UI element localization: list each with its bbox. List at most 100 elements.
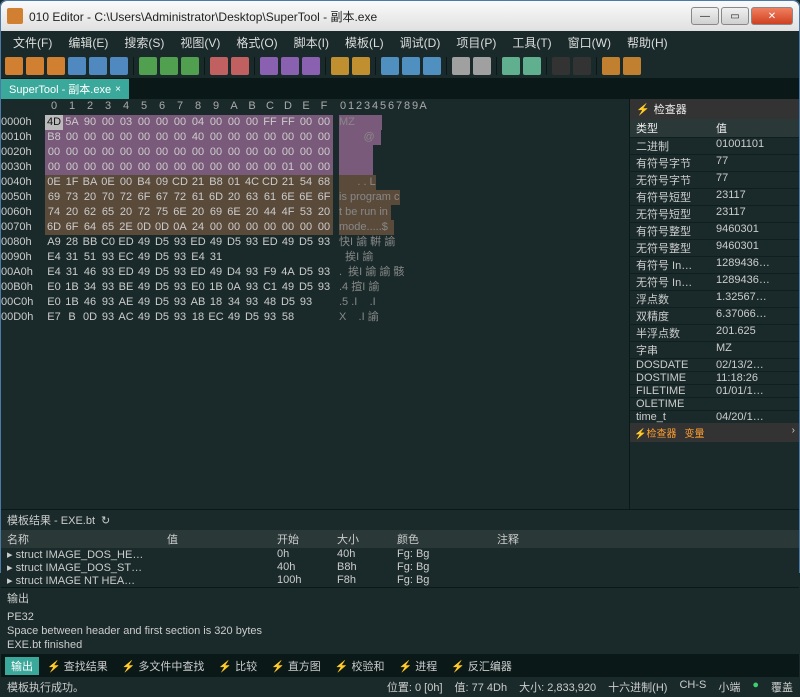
inspector-row[interactable]: 无符号字节77 (630, 171, 799, 188)
maximize-button[interactable]: ▭ (721, 7, 749, 25)
inspector-row[interactable]: 有符号整型9460301 (630, 222, 799, 239)
inspector-row[interactable]: 无符号整型9460301 (630, 239, 799, 256)
bottom-tab[interactable]: ⚡进程 (393, 657, 444, 675)
inspector-row[interactable]: 无符号短型23117 (630, 205, 799, 222)
inspector-row[interactable]: 半浮点数201.625 (630, 324, 799, 341)
menu-item[interactable]: 模板(L) (337, 32, 392, 53)
tab-label: SuperTool - 副本.exe (9, 81, 111, 97)
toolbar-button[interactable] (302, 57, 320, 75)
toolbar-button[interactable] (89, 57, 107, 75)
bottom-tab[interactable]: 输出 (5, 657, 39, 675)
hex-row[interactable]: 0000h4D5A90000300000004000000FFFF0000MZ (1, 115, 629, 130)
inspector-row[interactable]: 有符号 In…1289436… (630, 256, 799, 273)
toolbar-button[interactable] (352, 57, 370, 75)
hex-row[interactable]: 0080hA928BBC0ED49D593ED49D593ED49D593快I … (1, 235, 629, 250)
inspector-row[interactable]: OLETIME (630, 397, 799, 410)
menu-item[interactable]: 帮助(H) (619, 32, 676, 53)
toolbar-button[interactable] (231, 57, 249, 75)
toolbar-button[interactable] (160, 57, 178, 75)
toolbar-button[interactable] (331, 57, 349, 75)
toolbar-button[interactable] (602, 57, 620, 75)
toolbar-button[interactable] (423, 57, 441, 75)
inspector-tab-inspector[interactable]: ⚡检查器 (634, 425, 676, 440)
tab-active[interactable]: SuperTool - 副本.exe × (1, 79, 129, 99)
toolbar-button[interactable] (402, 57, 420, 75)
hex-row[interactable]: 00A0hE4314693ED49D593ED49D493F94AD593. 挨… (1, 265, 629, 280)
template-row[interactable]: ▸ struct IMAGE_DOS_ST…40hB8hFg: Bg (1, 561, 799, 574)
chevron-right-icon[interactable]: › (792, 425, 795, 440)
hex-row[interactable]: 00B0hE01B3493BE49D593E01B0A93C149D593.4 … (1, 280, 629, 295)
template-row[interactable]: ▸ struct IMAGE NT HEA…100hF8hFg: Bg (1, 574, 799, 587)
bottom-tab[interactable]: ⚡反汇编器 (445, 657, 518, 675)
menu-item[interactable]: 脚本(I) (286, 32, 337, 53)
inspector-row[interactable]: 字串MZ (630, 341, 799, 358)
hex-editor[interactable]: 0123456789ABCDEF 0123456789A 0000h4D5A90… (1, 99, 629, 509)
toolbar-button[interactable] (623, 57, 641, 75)
status-ovr[interactable]: 覆盖 (771, 679, 793, 695)
inspector-row[interactable]: 有符号短型23117 (630, 188, 799, 205)
inspector-row[interactable]: DOSTIME11:18:26 (630, 371, 799, 384)
template-row[interactable]: ▸ struct IMAGE_DOS_HE…0h40hFg: Bg (1, 548, 799, 561)
minimize-button[interactable]: — (691, 7, 719, 25)
bottom-tab[interactable]: ⚡直方图 (265, 657, 327, 675)
hex-row[interactable]: 0050h69732070726F6772616D2063616E6E6Fis … (1, 190, 629, 205)
bottom-tab[interactable]: ⚡查找结果 (41, 657, 114, 675)
toolbar-button[interactable] (381, 57, 399, 75)
status-hex[interactable]: 十六进制(H) (608, 679, 667, 695)
status-endian[interactable]: 小端 (718, 679, 740, 695)
menu-item[interactable]: 搜索(S) (116, 32, 172, 53)
toolbar-button[interactable] (473, 57, 491, 75)
toolbar-button[interactable] (181, 57, 199, 75)
toolbar-button[interactable] (68, 57, 86, 75)
inspector-row[interactable]: 有符号字节77 (630, 154, 799, 171)
hex-row[interactable]: 0030h00000000000000000000000000010000 (1, 160, 629, 175)
bolt-icon: ⚡ (636, 103, 650, 116)
inspector-row[interactable]: DOSDATE02/13/2… (630, 358, 799, 371)
menu-item[interactable]: 文件(F) (5, 32, 60, 53)
toolbar-button[interactable] (26, 57, 44, 75)
hex-row[interactable]: 0010hB8000000000000004000000000000000 @ (1, 130, 629, 145)
menu-item[interactable]: 格式(O) (228, 32, 285, 53)
toolbar-button[interactable] (110, 57, 128, 75)
toolbar-button[interactable] (552, 57, 570, 75)
hex-row[interactable]: 0040h0E1FBA0E00B409CD21B8014CCD215468 . … (1, 175, 629, 190)
inspector-row[interactable]: time_t04/20/1… (630, 410, 799, 423)
close-button[interactable]: ✕ (751, 7, 793, 25)
menu-item[interactable]: 调试(D) (392, 32, 449, 53)
toolbar-button[interactable] (210, 57, 228, 75)
hex-row[interactable]: 0020h00000000000000000000000000000000 (1, 145, 629, 160)
toolbar-button[interactable] (47, 57, 65, 75)
menu-item[interactable]: 项目(P) (448, 32, 504, 53)
menu-item[interactable]: 工具(T) (504, 32, 559, 53)
bottom-tab[interactable]: ⚡比较 (212, 657, 263, 675)
inspector-row[interactable]: 二进制01001101 (630, 137, 799, 154)
inspector-row[interactable]: FILETIME01/01/1… (630, 384, 799, 397)
inspector-tab-variables[interactable]: 变量 (684, 425, 704, 440)
hex-row[interactable]: 0090hE4315193EC49D593E431 挨I 諭 (1, 250, 629, 265)
tab-close-icon[interactable]: × (115, 84, 121, 95)
inspector-row[interactable]: 无符号 In…1289436… (630, 273, 799, 290)
hex-row[interactable]: 00C0hE01B4693AE49D593AB18349348D593 .5 .… (1, 295, 629, 310)
inspector-row[interactable]: 浮点数1.32567… (630, 290, 799, 307)
menu-item[interactable]: 窗口(W) (560, 32, 619, 53)
hex-row[interactable]: 00D0hE7B0D93AC49D59318EC49D59358 X .I 諭 (1, 310, 629, 325)
toolbar-button[interactable] (5, 57, 23, 75)
bottom-tab[interactable]: ⚡校验和 (329, 657, 391, 675)
status-charset[interactable]: CH-S (679, 679, 706, 695)
window-title: 010 Editor - C:\Users\Administrator\Desk… (29, 8, 691, 25)
toolbar-button[interactable] (452, 57, 470, 75)
menu-item[interactable]: 编辑(E) (60, 32, 116, 53)
status-pos: 位置: 0 [0h] (387, 679, 443, 695)
inspector-row[interactable]: 双精度6.37066… (630, 307, 799, 324)
hex-row[interactable]: 0060h742062652072756E20696E20444F5320t b… (1, 205, 629, 220)
toolbar-button[interactable] (573, 57, 591, 75)
hex-row[interactable]: 0070h6D6F64652E0D0D0A2400000000000000mod… (1, 220, 629, 235)
toolbar-button[interactable] (523, 57, 541, 75)
bottom-tab[interactable]: ⚡多文件中查找 (116, 657, 211, 675)
toolbar-button[interactable] (139, 57, 157, 75)
menu-item[interactable]: 视图(V) (172, 32, 228, 53)
refresh-icon[interactable]: ↻ (101, 514, 110, 527)
toolbar-button[interactable] (502, 57, 520, 75)
toolbar-button[interactable] (281, 57, 299, 75)
toolbar-button[interactable] (260, 57, 278, 75)
